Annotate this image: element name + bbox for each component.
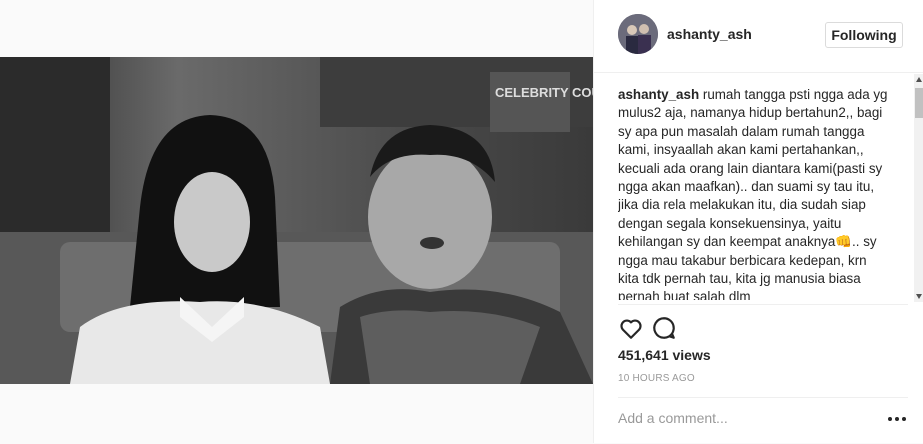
scroll-up-arrow[interactable] xyxy=(916,77,922,82)
heart-icon[interactable] xyxy=(618,315,644,341)
video-player[interactable]: CELEBRITY COUPLE xyxy=(0,57,593,384)
scroll-down-arrow[interactable] xyxy=(916,294,922,299)
caption: ashanty_ash rumah tangga psti ngga ada y… xyxy=(618,86,890,300)
view-count[interactable]: 451,641 views xyxy=(618,347,711,363)
following-button[interactable]: Following xyxy=(825,22,903,48)
avatar[interactable] xyxy=(618,14,658,54)
avatar-image xyxy=(618,14,658,54)
comment-bubble-icon[interactable] xyxy=(651,315,677,341)
post-sidebar: ashanty_ash Following ashanty_ash rumah … xyxy=(593,0,923,443)
comment-box xyxy=(618,397,908,444)
username-link[interactable]: ashanty_ash xyxy=(667,26,752,42)
video-frame: CELEBRITY COUPLE xyxy=(0,57,593,384)
post-media: CELEBRITY COUPLE xyxy=(0,0,593,443)
more-options-icon[interactable] xyxy=(886,411,908,427)
scrollbar-thumb[interactable] xyxy=(915,88,923,118)
comment-input[interactable] xyxy=(618,410,868,426)
video-overlay-text: CELEBRITY COUPLE xyxy=(495,85,593,100)
post-timestamp[interactable]: 10 HOURS AGO xyxy=(618,373,695,384)
action-bar xyxy=(618,304,908,345)
post-header: ashanty_ash Following xyxy=(594,0,923,73)
caption-text: rumah tangga psti ngga ada yg mulus2 aja… xyxy=(618,87,888,300)
caption-username[interactable]: ashanty_ash xyxy=(618,87,699,102)
caption-scrollbar[interactable] xyxy=(914,74,923,302)
